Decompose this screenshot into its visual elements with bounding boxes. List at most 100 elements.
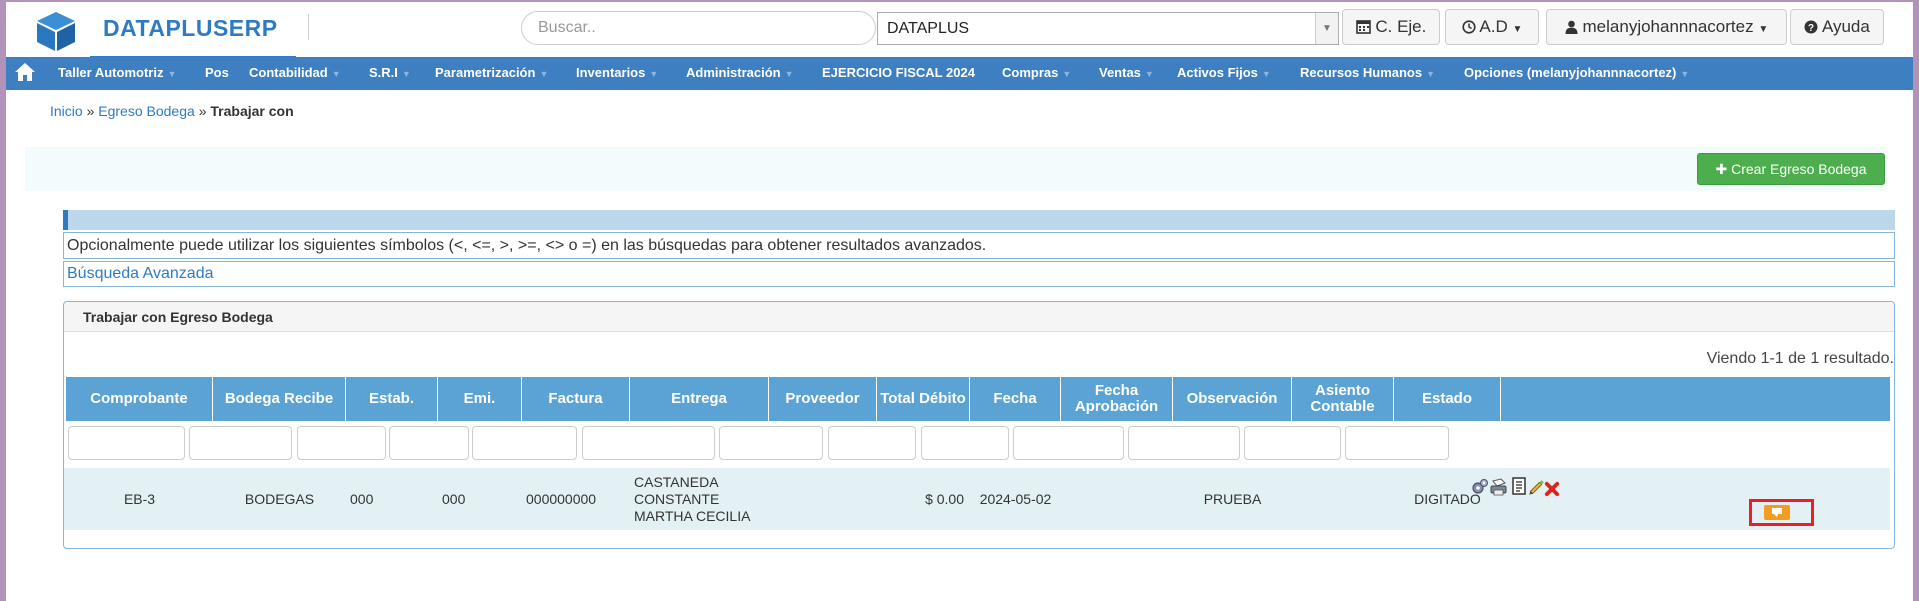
caret-down-icon: ▼ <box>1062 69 1072 79</box>
fiscal-year-label: C. Eje. <box>1375 17 1427 36</box>
company-select-value: DATAPLUS <box>887 20 970 37</box>
column-header-observacion[interactable]: Observación <box>1173 377 1292 421</box>
column-header-bodega-recibe[interactable]: Bodega Recibe <box>213 377 346 421</box>
breadcrumb-parent-link[interactable]: Egreso Bodega <box>98 103 195 119</box>
nav-parametrizacion[interactable]: Parametrización ▼ <box>435 57 548 90</box>
cell-observacion: PRUEBA <box>1203 490 1262 507</box>
nav-contabilidad[interactable]: Contabilidad ▼ <box>249 57 341 90</box>
cell-entrega-line: CASTANEDA <box>634 473 719 490</box>
user-menu-button[interactable]: melanyjohannnacortez ▼ <box>1546 9 1787 45</box>
column-header-fecha[interactable]: Fecha <box>970 377 1061 421</box>
column-header-factura[interactable]: Factura <box>522 377 630 421</box>
create-egreso-label: Crear Egreso Bodega <box>1731 161 1867 177</box>
breadcrumb-current: Trabajar con <box>210 103 294 119</box>
nav-sri[interactable]: S.R.I ▼ <box>369 57 411 90</box>
breadcrumb-separator: » <box>198 103 207 119</box>
question-circle-icon: ? <box>1804 20 1818 34</box>
search-input[interactable]: Buscar.. <box>521 11 876 45</box>
column-header-comprobante[interactable]: Comprobante <box>66 377 213 421</box>
caret-down-icon: ▼ <box>784 69 794 79</box>
create-egreso-button[interactable]: ✚ Crear Egreso Bodega <box>1697 153 1885 185</box>
advanced-search-link[interactable]: Búsqueda Avanzada <box>63 261 1895 287</box>
approve-action-button[interactable] <box>1764 505 1790 520</box>
breadcrumb-home-link[interactable]: Inicio <box>50 103 83 119</box>
company-select[interactable]: DATAPLUS ▼ <box>877 12 1339 45</box>
calendar-icon <box>1355 20 1371 34</box>
cell-estab: 000 <box>350 490 374 507</box>
caret-down-icon: ▼ <box>1680 69 1690 79</box>
main-navbar: Taller Automotriz ▼ Pos Contabilidad ▼ S.R… <box>6 57 1913 90</box>
plus-icon: ✚ <box>1715 161 1728 177</box>
nav-ventas[interactable]: Ventas ▼ <box>1099 57 1154 90</box>
filter-factura[interactable] <box>472 426 577 460</box>
help-button[interactable]: ? Ayuda <box>1790 9 1884 45</box>
column-header-fecha-aprobacion[interactable]: Fecha Aprobación <box>1061 377 1173 421</box>
grid-title: Trabajar con Egreso Bodega <box>64 302 1894 332</box>
column-header-estab[interactable]: Estab. <box>346 377 438 421</box>
nav-opciones[interactable]: Opciones (melanyjohannnacortez) ▼ <box>1464 57 1689 90</box>
cell-asiento <box>1292 468 1394 530</box>
svg-text:?: ? <box>1808 23 1814 34</box>
caret-down-icon: ▼ <box>1512 24 1523 35</box>
info-bar <box>63 210 1895 230</box>
caret-down-icon: ▼ <box>1261 69 1271 79</box>
filter-total-debito[interactable] <box>828 426 916 460</box>
home-icon[interactable] <box>14 62 36 82</box>
column-header-proveedor[interactable]: Proveedor <box>769 377 877 421</box>
gears-icon[interactable] <box>1471 478 1489 496</box>
cell-entrega-line: MARTHA CECILIA <box>634 507 751 524</box>
filter-fecha[interactable] <box>921 426 1009 460</box>
nav-administracion[interactable]: Administración ▼ <box>686 57 794 90</box>
cell-factura: 000000000 <box>526 490 597 507</box>
column-header-emi[interactable]: Emi. <box>438 377 522 421</box>
help-label: Ayuda <box>1821 17 1870 36</box>
nav-recursos-humanos[interactable]: Recursos Humanos ▼ <box>1300 57 1435 90</box>
column-header-estado[interactable]: Estado <box>1394 377 1501 421</box>
cube-logo-icon <box>37 12 75 51</box>
breadcrumb: Inicio » Egreso Bodega » Trabajar con <box>50 103 294 119</box>
print-icon[interactable] <box>1490 478 1508 496</box>
filter-comprobante[interactable] <box>68 426 185 460</box>
nav-activos-fijos[interactable]: Activos Fijos ▼ <box>1177 57 1271 90</box>
cell-total-debito: $ 0.00 <box>925 490 964 507</box>
user-name: melanyjohannnacortez <box>1582 17 1754 36</box>
caret-down-icon: ▼ <box>1758 24 1769 35</box>
filter-fecha-aprobacion[interactable] <box>1013 426 1124 460</box>
column-header-entrega[interactable]: Entrega <box>630 377 769 421</box>
filter-proveedor[interactable] <box>719 426 823 460</box>
filter-estado[interactable] <box>1345 426 1449 460</box>
filter-estab[interactable] <box>297 426 386 460</box>
column-header-total-debito[interactable]: Total Débito <box>877 377 970 421</box>
column-header-asiento-contable[interactable]: Asiento Contable <box>1292 377 1394 421</box>
caret-down-icon: ▼ <box>649 69 659 79</box>
caret-down-icon: ▼ <box>401 69 411 79</box>
nav-compras[interactable]: Compras ▼ <box>1002 57 1071 90</box>
search-hint: Opcionalmente puede utilizar los siguien… <box>63 232 1895 259</box>
filter-emi[interactable] <box>389 426 469 460</box>
caret-down-icon: ▼ <box>539 69 549 79</box>
column-header-actions <box>1501 377 1890 421</box>
comment-icon <box>1772 508 1782 517</box>
nav-taller-automotriz[interactable]: Taller Automotriz ▼ <box>58 57 176 90</box>
dropdown-arrow-icon[interactable]: ▼ <box>1315 13 1338 44</box>
nav-inventarios[interactable]: Inventarios ▼ <box>576 57 658 90</box>
nav-pos[interactable]: Pos <box>205 57 229 90</box>
filter-bodega-recibe[interactable] <box>189 426 292 460</box>
cell-entrega: CASTANEDA CONSTANTE MARTHA CECILIA <box>630 468 769 530</box>
grid-panel: Trabajar con Egreso Bodega Viendo 1-1 de… <box>63 301 1895 549</box>
brand-name[interactable]: DATAPLUSERP <box>103 15 278 42</box>
document-icon[interactable] <box>1510 477 1528 495</box>
filter-entrega[interactable] <box>582 426 715 460</box>
filter-observacion[interactable] <box>1128 426 1240 460</box>
info-bar-marker <box>63 210 68 230</box>
fiscal-year-button[interactable]: C. Eje. <box>1342 9 1440 45</box>
breadcrumb-separator: » <box>86 103 95 119</box>
cell-entrega-line: CONSTANTE <box>634 490 720 507</box>
filter-asiento-contable[interactable] <box>1244 426 1341 460</box>
action-bar <box>25 147 1887 191</box>
cell-fecha: 2024-05-02 <box>979 490 1052 507</box>
nav-ejercicio-fiscal[interactable]: EJERCICIO FISCAL 2024 <box>822 57 975 90</box>
delete-x-icon[interactable] <box>1543 480 1561 498</box>
ad-button[interactable]: A.D ▼ <box>1445 9 1539 45</box>
caret-down-icon: ▼ <box>331 69 341 79</box>
